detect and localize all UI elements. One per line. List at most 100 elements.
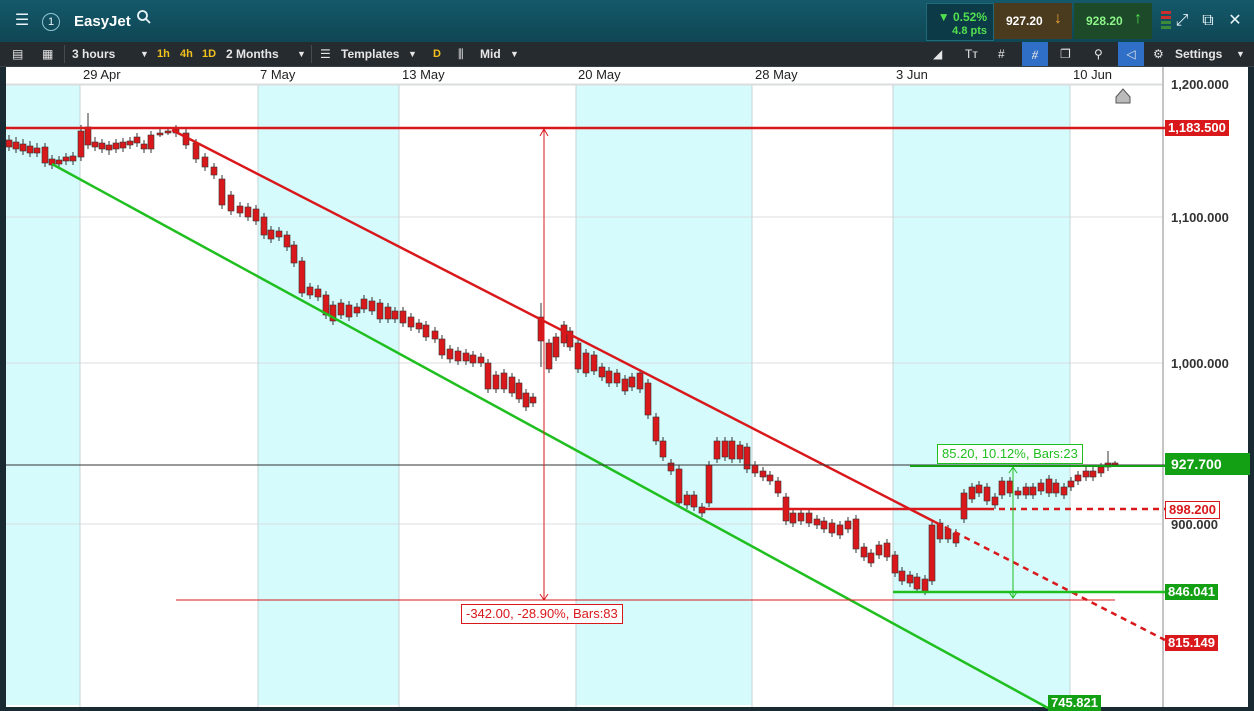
scroll-home-icon [1115, 88, 1131, 104]
panel-icon[interactable]: ▤ [12, 42, 23, 66]
grid-icon[interactable]: # [998, 42, 1005, 66]
candle-body [1082, 470, 1090, 478]
candle-body [244, 206, 252, 218]
level-price-tag: 898.200 [1165, 501, 1220, 519]
resistance-price-tag: 1,183.500 [1165, 120, 1229, 136]
candle-body [545, 342, 553, 370]
axis-label: 900.000 [1171, 517, 1218, 532]
candle-body [968, 486, 976, 500]
candle-body [598, 366, 606, 378]
candle-body [283, 234, 291, 248]
interval-select[interactable]: 3 hours [72, 42, 115, 66]
candle-body [621, 378, 629, 392]
candle-body [492, 374, 500, 390]
candle-body [376, 302, 384, 320]
candle-body [936, 522, 944, 540]
price-type-select[interactable]: Mid [480, 42, 501, 66]
chart-frame-left [0, 67, 6, 711]
candle-body [91, 141, 99, 148]
menu-icon[interactable]: ☰ [10, 9, 34, 33]
expand-icon[interactable]: ⤢ [1170, 9, 1194, 33]
candle-body [852, 518, 860, 550]
candle-body [353, 306, 361, 314]
candle-body [5, 139, 13, 148]
instrument-title: EasyJet [74, 13, 131, 30]
candle-body [508, 376, 516, 394]
text-tool-icon[interactable]: Tт [965, 42, 978, 66]
title-bar: ☰ 1 EasyJet ▼ 0.52% 4.8 pts 927.20 ↓ 928… [0, 0, 1254, 43]
candle-body [582, 352, 590, 374]
candle-body [991, 496, 999, 506]
candle-body [728, 440, 736, 460]
candle-body [306, 286, 314, 296]
date-label: 20 May [578, 67, 621, 82]
candle-body [192, 142, 200, 160]
candle-body [891, 554, 899, 574]
candle-body [774, 480, 782, 494]
layers-icon[interactable]: ❐ [1060, 42, 1071, 66]
range-select[interactable]: 2 Months [226, 42, 279, 66]
buy-price: 928.20 [1086, 14, 1123, 28]
support-price-tag: 846.041 [1165, 584, 1218, 600]
candle-body [1074, 474, 1082, 482]
candle-body [360, 298, 368, 310]
price-chart[interactable]: 29 Apr 7 May 13 May 20 May 28 May 3 Jun … [0, 67, 1254, 711]
drawing-tool-icon[interactable]: ⧣ [1022, 42, 1048, 66]
gear-icon[interactable]: ⚙ [1153, 42, 1164, 66]
candle-body [636, 372, 644, 390]
candle-body [1045, 478, 1053, 494]
chevron-down-icon: ▼ [1236, 49, 1245, 59]
interval-4h[interactable]: 4h [180, 42, 193, 66]
candle-body [454, 350, 462, 362]
interval-1d[interactable]: 1D [202, 42, 216, 66]
candle-body [500, 372, 508, 390]
candle-body [721, 440, 729, 458]
date-axis-strip [0, 67, 1254, 85]
candle-body [26, 145, 34, 154]
popout-icon[interactable]: ⧉ [1196, 9, 1220, 33]
candle-body [422, 324, 430, 338]
candle-body [77, 130, 85, 158]
interval-1h[interactable]: 1h [157, 42, 170, 66]
d-toggle[interactable]: D [433, 42, 441, 66]
candle-body [119, 141, 127, 149]
candle-body [590, 354, 598, 372]
indicator-icon[interactable]: ⚲ [1094, 42, 1103, 66]
candle-body [628, 376, 636, 388]
settings-button[interactable]: Settings [1175, 42, 1222, 66]
candle-body [560, 324, 568, 344]
week-band [6, 85, 80, 705]
date-label: 28 May [755, 67, 798, 82]
candle-body [529, 396, 537, 404]
candle-body [1097, 466, 1105, 474]
buy-price-button[interactable]: 928.20 ↑ [1074, 3, 1152, 39]
candle-body [667, 462, 675, 472]
info-icon[interactable]: 1 [42, 13, 60, 31]
candle-body [33, 147, 41, 154]
templates-button[interactable]: Templates [341, 42, 399, 66]
candle-body [415, 322, 423, 330]
label-tool-icon[interactable]: ◁ [1118, 42, 1144, 66]
search-icon[interactable] [132, 9, 156, 33]
candle-body [252, 208, 260, 222]
candle-body [1060, 486, 1068, 496]
candle-body [574, 342, 582, 370]
trendline-tool-icon[interactable]: ◢ [933, 42, 942, 66]
candle-body [98, 142, 106, 150]
candle-body [605, 370, 613, 384]
candle-body [298, 260, 306, 294]
candle-body [1022, 486, 1030, 496]
candle-body [337, 302, 345, 316]
change-percent: ▼ 0.52% [937, 10, 987, 24]
chart-canvas[interactable] [0, 67, 1254, 711]
candle-body [1037, 482, 1045, 492]
candle-body [275, 230, 283, 238]
candle-body [41, 146, 49, 164]
sell-price-button[interactable]: 927.20 ↓ [994, 3, 1072, 39]
layout-icon[interactable]: ▦ [42, 42, 53, 66]
close-icon[interactable]: ✕ [1223, 9, 1247, 33]
app-window: ☰ 1 EasyJet ▼ 0.52% 4.8 pts 927.20 ↓ 928… [0, 0, 1254, 711]
candle-body [210, 166, 218, 176]
candle-body [913, 576, 921, 590]
candle-body [515, 382, 523, 400]
